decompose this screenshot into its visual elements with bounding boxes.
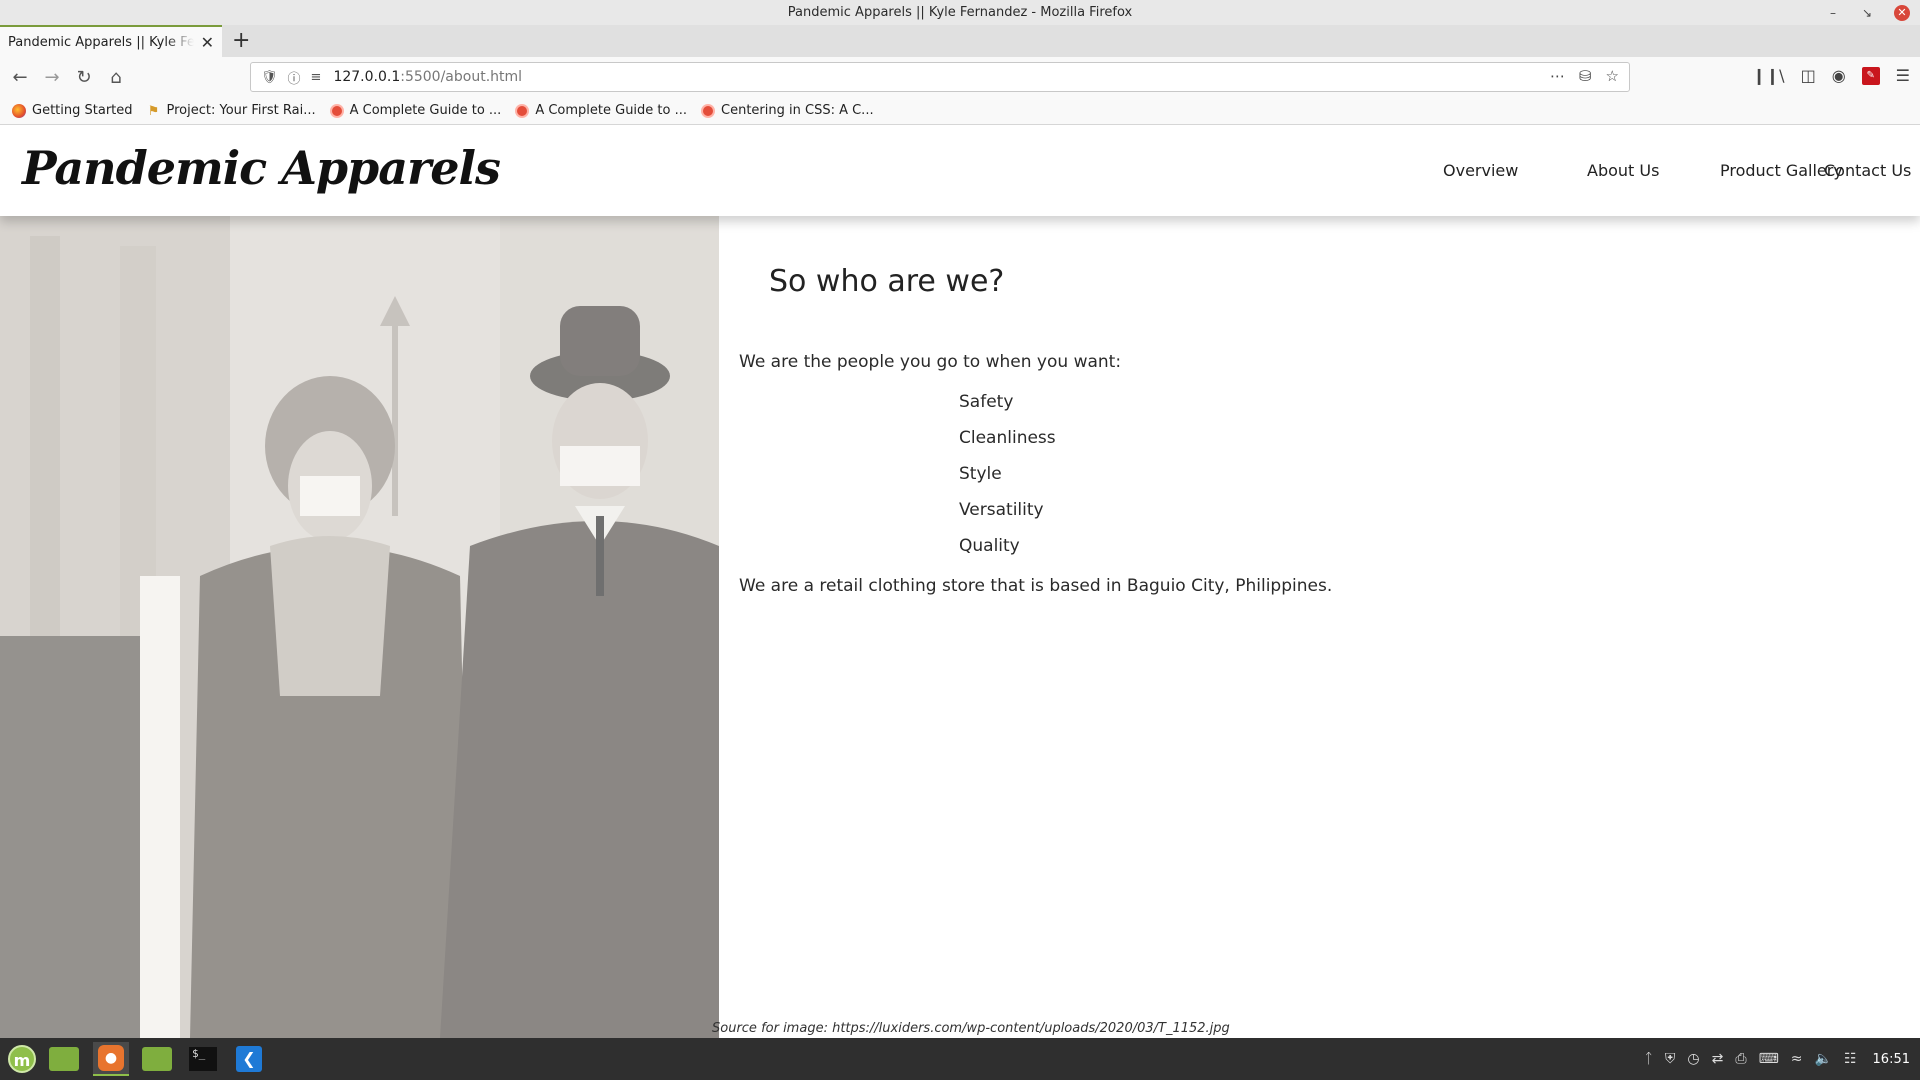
bookmark-rails-project[interactable]: ⚑ Project: Your First Rai... [147,103,316,119]
nav-contact-us[interactable]: Contact Us [1824,161,1911,180]
volume-icon[interactable]: 🔈 [1815,1051,1832,1067]
firefox-icon: ● [98,1045,124,1071]
vscode-taskbar-button[interactable]: ❮ [231,1042,267,1076]
window-titlebar: Pandemic Apparels || Kyle Fernandez - Mo… [0,0,1920,25]
bookmark-centering-css[interactable]: Centering in CSS: A C... [701,103,874,118]
bookmark-css-guide-1[interactable]: A Complete Guide to ... [329,103,502,118]
bookmark-label: Project: Your First Rai... [166,103,316,118]
new-tab-icon[interactable]: + [232,28,250,53]
mint-logo-icon: m [8,1045,36,1073]
firefox-icon [12,103,26,118]
vscode-icon: ❮ [236,1046,262,1072]
bookmark-label: A Complete Guide to ... [535,103,688,118]
mint-menu-button[interactable]: m [4,1042,40,1076]
bookmark-label: A Complete Guide to ... [349,103,502,118]
site-logo[interactable]: Pandemic Apparels [22,141,501,195]
vintage-masked-couple-photo [0,216,719,1038]
list-item: Style [959,464,1002,484]
terminal-icon: $_ [189,1047,217,1071]
css-tricks-icon [701,103,716,118]
sidebar-icon[interactable]: ◫ [1801,66,1816,85]
terminal-taskbar-button[interactable]: $_ [185,1042,221,1076]
qualities-list: Safety Cleanliness Style Versatility Qua… [959,392,1056,572]
network-icon[interactable]: ⇄ [1712,1051,1724,1067]
keyboard-icon[interactable]: ⌨ [1759,1051,1779,1067]
window-title: Pandemic Apparels || Kyle Fernandez - Mo… [787,5,1133,20]
forward-arrow-icon[interactable]: → [40,65,64,89]
css-tricks-icon [515,103,530,118]
clipboard-icon[interactable]: ☷ [1844,1051,1857,1067]
window-controls: – ↘ ✕ [1826,0,1910,25]
page-actions-icon[interactable]: ⋯ [1550,67,1565,85]
minimize-icon[interactable]: – [1826,6,1840,20]
shield-icon[interactable]: 🛡 [261,70,278,85]
reload-icon[interactable]: ↻ [72,65,96,89]
site-header: Pandemic Apparels Overview About Us Prod… [0,125,1920,216]
restore-icon[interactable]: ↘ [1860,6,1874,20]
info-icon[interactable]: ⓘ [288,68,301,87]
menu-icon[interactable]: ☰ [1896,66,1910,85]
nav-about-us[interactable]: About Us [1587,161,1659,180]
url-host: 127.0.0.1 [333,69,401,85]
printer-icon[interactable]: ⎙ [1735,1051,1746,1067]
wifi-icon[interactable]: ≈ [1791,1051,1803,1067]
list-item: Versatility [959,500,1044,520]
pdf-extension-icon[interactable]: ✎ [1861,66,1880,85]
nav-toolbar: ← → ↻ ⌂ 🛡 ⓘ ≡ 127.0.0.1:5500/about.html … [0,57,1920,97]
about-content: So who are we? We are the people you go … [719,216,1920,1038]
css-tricks-icon [329,103,344,118]
tab-title: Pandemic Apparels || Kyle Fernandez [8,34,194,50]
show-desktop-button[interactable] [46,1042,82,1076]
back-arrow-icon[interactable]: ← [8,65,32,89]
close-window-icon[interactable]: ✕ [1894,4,1910,21]
list-item: Cleanliness [959,428,1056,448]
files-taskbar-button[interactable] [139,1042,175,1076]
home-icon[interactable]: ⌂ [104,65,128,89]
url-bar[interactable]: 🛡 ⓘ ≡ 127.0.0.1:5500/about.html ⋯ ⛁ ☆ [250,62,1630,92]
bookmark-label: Centering in CSS: A C... [721,103,874,118]
list-item: Safety [959,392,1014,412]
account-icon[interactable]: ◉ [1832,66,1846,85]
pocket-icon[interactable]: ⛁ [1579,67,1592,85]
location-text: We are a retail clothing store that is b… [739,576,1333,596]
hero-photo [0,216,719,1038]
image-source-credit: Source for image: https://luxiders.com/w… [712,1021,1230,1036]
library-icon[interactable]: ❙❙\ [1752,66,1784,85]
update-icon[interactable]: ◷ [1687,1051,1699,1067]
permissions-icon[interactable]: ≡ [311,70,322,85]
bookmark-label: Getting Started [32,103,133,118]
desktop-icon [49,1047,79,1071]
url-text[interactable]: 127.0.0.1:5500/about.html [333,69,522,85]
tab-close-icon[interactable]: ✕ [201,33,214,52]
shield-icon[interactable]: ⛨ [1665,1051,1676,1067]
bookmarks-bar: Getting Started ⚑ Project: Your First Ra… [0,97,1920,125]
bookmark-css-guide-2[interactable]: A Complete Guide to ... [515,103,687,118]
rails-icon: ⚑ [147,103,160,119]
nav-overview[interactable]: Overview [1443,161,1518,180]
system-tray: ᛏ ⛨ ◷ ⇄ ⎙ ⌨ ≈ 🔈 ☷ 16:51 [1645,1038,1910,1080]
url-path: :5500/about.html [400,69,523,85]
web-page: Pandemic Apparels Overview About Us Prod… [0,125,1920,1038]
clock[interactable]: 16:51 [1873,1052,1910,1067]
tab-pandemic-apparels[interactable]: Pandemic Apparels || Kyle Fernandez ✕ [0,25,222,57]
page-heading: So who are we? [769,264,1005,299]
folder-icon [142,1047,172,1071]
bluetooth-icon[interactable]: ᛏ [1645,1051,1653,1067]
bookmark-getting-started[interactable]: Getting Started [12,103,133,118]
list-item: Quality [959,536,1020,556]
tab-strip: Pandemic Apparels || Kyle Fernandez ✕ + [0,25,1920,57]
firefox-taskbar-button[interactable]: ● [93,1042,129,1076]
bookmark-star-icon[interactable]: ☆ [1606,67,1619,85]
os-taskbar: m ● $_ ❮ ᛏ ⛨ ◷ ⇄ ⎙ ⌨ ≈ 🔈 ☷ 16:51 [0,1038,1920,1080]
intro-text: We are the people you go to when you wan… [739,352,1122,372]
